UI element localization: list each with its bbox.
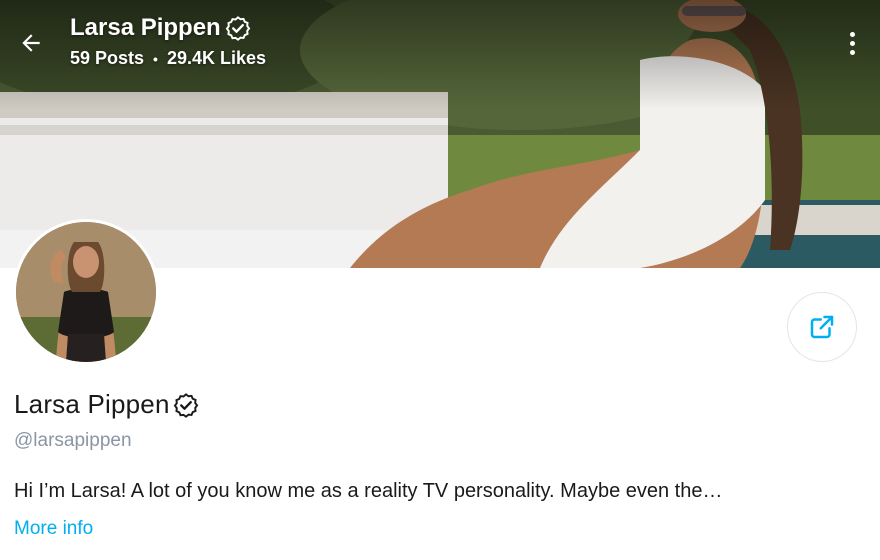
avatar[interactable]	[13, 219, 159, 365]
top-bar: Larsa Pippen 59 Posts • 29.4K Likes	[0, 0, 880, 84]
profile-name-row: Larsa Pippen	[14, 389, 199, 420]
verified-badge-icon	[173, 392, 198, 418]
verified-badge-icon	[225, 16, 250, 41]
header-title-block: Larsa Pippen 59 Posts • 29.4K Likes	[70, 14, 266, 69]
share-button[interactable]	[787, 292, 857, 362]
avatar-image	[16, 222, 156, 362]
vertical-dots-icon	[849, 40, 855, 46]
vertical-dots-icon	[849, 49, 855, 55]
more-info-link[interactable]: More info	[14, 518, 93, 540]
posts-count: 59 Posts	[70, 48, 145, 68]
vertical-dots-icon	[849, 31, 855, 37]
back-button[interactable]	[12, 24, 50, 62]
stats-separator: •	[153, 50, 158, 67]
arrow-left-icon	[22, 34, 40, 52]
header-title: Larsa Pippen	[70, 14, 221, 41]
avatar-photo-illustration	[16, 222, 156, 362]
profile-bio: Hi I’m Larsa! A lot of you know me as a …	[14, 480, 723, 502]
more-options-button[interactable]	[840, 24, 864, 62]
likes-count: 29.4K Likes	[166, 48, 267, 68]
profile-name: Larsa Pippen	[14, 389, 170, 419]
share-icon	[810, 315, 834, 339]
profile-handle: @larsapippen	[14, 430, 132, 451]
